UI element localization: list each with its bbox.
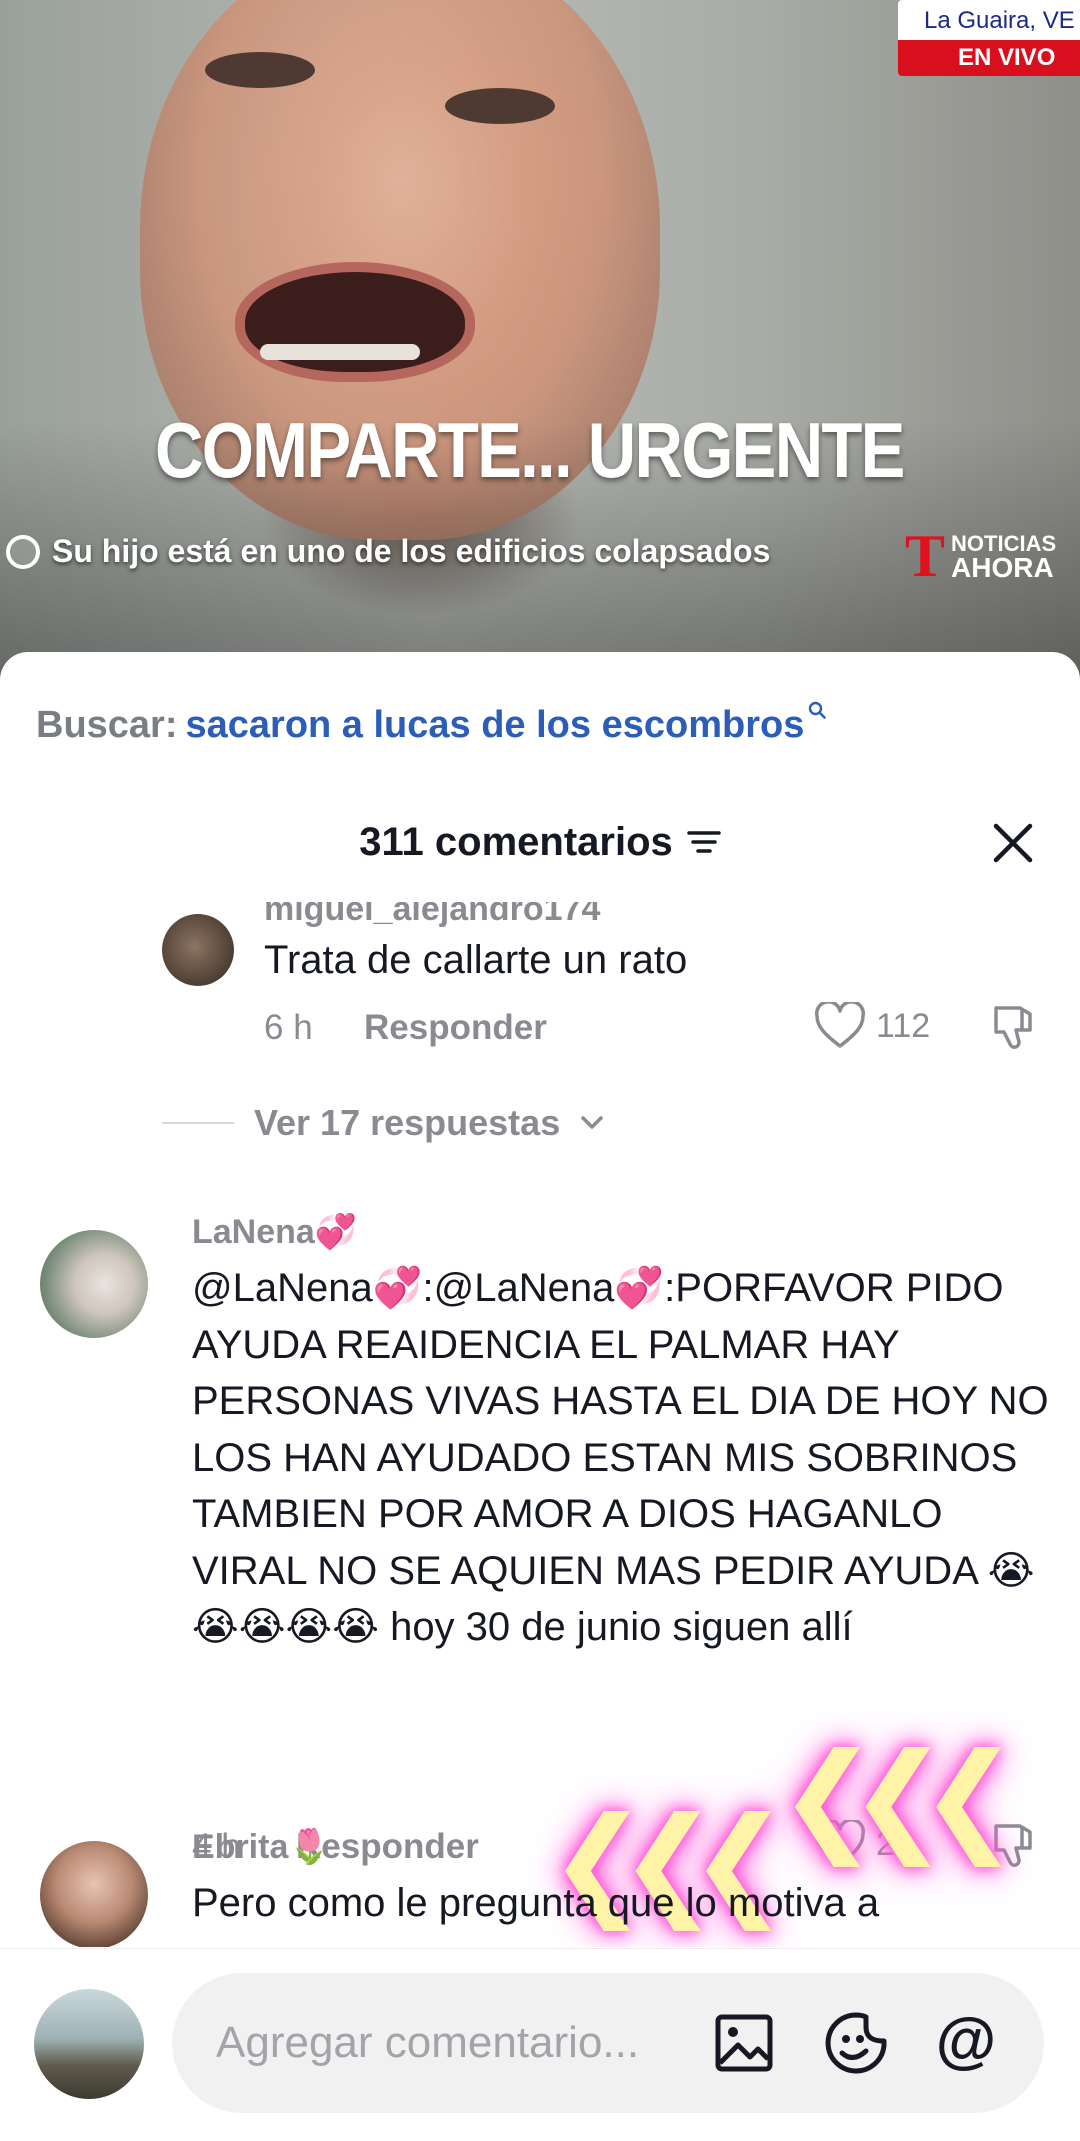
avatar[interactable]: [40, 1230, 148, 1338]
mention-icon[interactable]: @: [930, 2007, 1002, 2079]
live-label: EN VIVO: [898, 40, 1080, 76]
svg-text:@: @: [936, 2007, 996, 2075]
comment-text: @LaNena💞:@LaNena💞:PORFAVOR PIDO AYUDA RE…: [192, 1266, 1049, 1649]
close-icon[interactable]: [990, 820, 1036, 866]
like-count: 112: [876, 1006, 931, 1045]
view-replies-button[interactable]: Ver 17 respuestas: [162, 1102, 604, 1144]
search-suggestion[interactable]: Buscar: sacaron a lucas de los escombros: [36, 701, 827, 747]
divider-line: [162, 1122, 234, 1124]
image-icon[interactable]: [708, 2007, 780, 2079]
sort-filter-icon[interactable]: [687, 828, 721, 856]
location-badge: La Guaira, VE EN VIVO: [898, 0, 1080, 76]
emoji-sticker-icon[interactable]: [820, 2007, 892, 2079]
dislike-icon[interactable]: [986, 1820, 1038, 1872]
comment-username[interactable]: miguel_alejandro174: [264, 902, 600, 929]
comment-input[interactable]: Agregar comentario... @: [172, 1973, 1044, 2113]
comments-list[interactable]: miguel_alejandro174 Trata de callarte un…: [0, 902, 1080, 1947]
dislike-icon[interactable]: [986, 1002, 1038, 1054]
video-subtitle-row: Su hijo está en uno de los edificios col…: [6, 533, 770, 570]
avatar[interactable]: [162, 914, 234, 986]
video-headline: COMPARTE... URGENTE: [155, 406, 905, 494]
comments-header: 311 comentarios: [0, 812, 1080, 872]
search-term-link[interactable]: sacaron a lucas de los escombros: [186, 704, 805, 746]
comment-input-placeholder: Agregar comentario...: [216, 2018, 640, 2067]
news-brand-logo: T NOTICIAS AHORA: [905, 523, 1056, 589]
video-mouth: [235, 262, 475, 382]
comment-text: Trata de callarte un rato: [264, 938, 688, 982]
view-replies-label: Ver 17 respuestas: [254, 1102, 561, 1143]
comment-composer: Agregar comentario... @: [0, 1948, 1080, 2141]
search-icon: [809, 701, 827, 719]
telemundo-t-icon: T: [905, 523, 946, 589]
comment-username[interactable]: LaNena💞: [192, 1212, 357, 1252]
heart-icon: [814, 1002, 866, 1048]
brand-bottom: AHORA: [951, 552, 1054, 583]
search-label: Buscar:: [36, 704, 178, 746]
video-player[interactable]: La Guaira, VE EN VIVO COMPARTE... URGENT…: [0, 0, 1080, 680]
video-subtitle: Su hijo está en uno de los edificios col…: [52, 533, 771, 569]
comment-count-label: 311 comentarios: [359, 820, 673, 864]
avatar[interactable]: [40, 1841, 148, 1947]
comments-sheet: Buscar: sacaron a lucas de los escombros …: [0, 652, 1080, 2140]
record-icon: [6, 534, 40, 569]
comment-time: 6 h: [264, 1008, 313, 1047]
video-eye-right: [445, 88, 555, 124]
video-eye-left: [205, 52, 315, 88]
like-button[interactable]: 112: [814, 1002, 930, 1050]
location-text: La Guaira, VE: [898, 0, 1080, 40]
glow-chevrons-sticker: ❮❮❮: [778, 1730, 1020, 1864]
comment-username[interactable]: Ebrita🌷: [192, 1827, 331, 1867]
avatar[interactable]: [34, 1989, 144, 2099]
chevron-down-icon: [581, 1116, 603, 1129]
reply-button[interactable]: Responder: [364, 1008, 547, 1048]
video-teeth: [260, 344, 420, 360]
comment-text: Pero como le pregunta que lo motiva a: [192, 1881, 880, 1925]
